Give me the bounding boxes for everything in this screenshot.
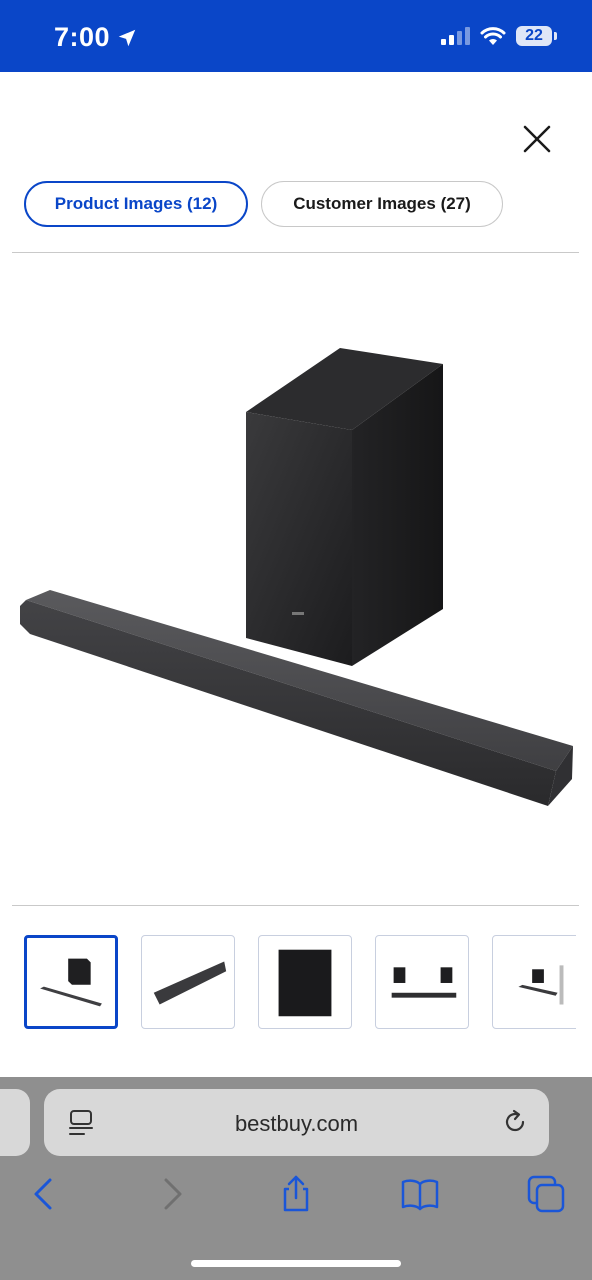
share-icon[interactable]	[276, 1174, 316, 1214]
thumbnail-image	[40, 958, 102, 1007]
clock: 7:00	[54, 22, 138, 53]
status-icons: 22	[440, 26, 557, 46]
divider-bottom	[12, 905, 579, 906]
reload-icon[interactable]	[501, 1108, 529, 1136]
battery-level: 22	[525, 27, 543, 44]
thumbnail-subwoofer-front[interactable]	[258, 935, 352, 1029]
bookmarks-icon[interactable]	[400, 1174, 440, 1214]
home-indicator	[191, 1260, 401, 1267]
tab-customer-images-label: Customer Images (27)	[293, 194, 471, 213]
status-bar: 7:00 22	[0, 0, 592, 72]
signal-icon	[441, 27, 470, 45]
thumbnail-soundbar-and-subwoofer[interactable]	[24, 935, 118, 1029]
thumbnail-strip	[0, 930, 576, 1040]
thumbnail-image	[518, 965, 564, 1005]
tab-customer-images[interactable]: Customer Images (27)	[261, 181, 503, 227]
location-arrow-icon	[118, 29, 136, 46]
thumbnail-image	[278, 949, 332, 1017]
thumbnail-soundbar-angle[interactable]	[141, 935, 235, 1029]
forward-icon[interactable]	[152, 1174, 192, 1214]
address-bar[interactable]: bestbuy.com	[44, 1089, 549, 1156]
battery-icon: 22	[516, 26, 557, 46]
close-icon[interactable]	[520, 122, 554, 156]
thumbnail-components-layout[interactable]	[375, 935, 469, 1029]
url-text: bestbuy.com	[234, 1111, 359, 1136]
wifi-icon	[480, 27, 506, 45]
divider-top	[12, 252, 579, 253]
tab-product-images[interactable]: Product Images (12)	[24, 181, 248, 227]
tabs-icon[interactable]	[526, 1174, 566, 1214]
main-product-image[interactable]	[0, 254, 592, 904]
tab-product-images-label: Product Images (12)	[54, 194, 218, 213]
clock-text: 7:00	[54, 22, 111, 52]
back-icon[interactable]	[24, 1174, 64, 1214]
thumbnail-image	[153, 961, 227, 1005]
thumbnail-product-detail-sheet[interactable]	[492, 935, 576, 1029]
previous-tab-edge[interactable]	[0, 1089, 30, 1156]
thumbnail-image	[391, 967, 457, 998]
